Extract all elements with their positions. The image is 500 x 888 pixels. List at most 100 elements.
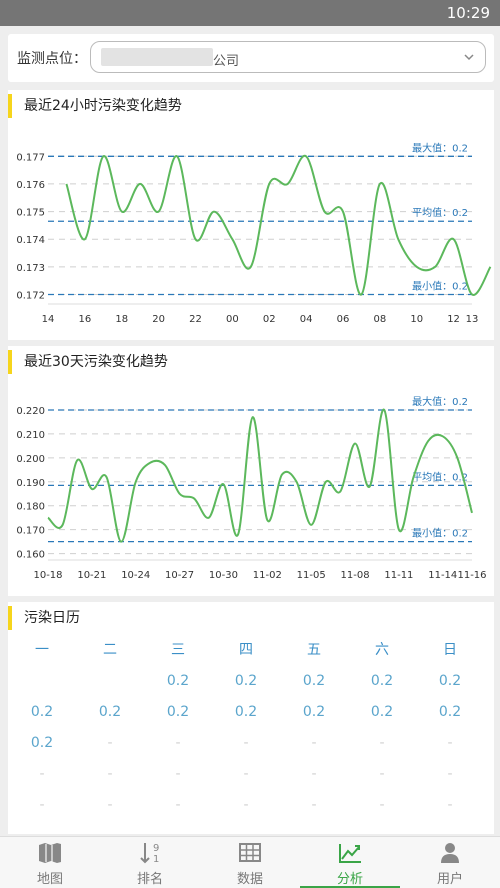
- y-tick-label: 0.210: [16, 430, 45, 441]
- calendar-day-value: -: [107, 735, 113, 751]
- monitor-point-card: 监测点位： 公司: [8, 34, 494, 82]
- trend-24h-card: 最近24小时污染变化趋势 0.172 0.173 0.174 0.175 0.176 0.…: [8, 90, 494, 340]
- tab-data[interactable]: 数据: [200, 837, 300, 888]
- calendar-day-value: -: [447, 735, 453, 751]
- tab-label: 排名: [136, 872, 163, 887]
- y-tick-label: 0.173: [16, 263, 45, 274]
- reference-line-label: 平均值：0.2: [412, 206, 468, 219]
- calendar-day-value: 0.2: [166, 673, 190, 689]
- redacted-name: [101, 48, 213, 66]
- calendar-day-value: 0.2: [438, 673, 462, 689]
- table-icon: [239, 843, 261, 862]
- calendar-day-value: -: [175, 797, 181, 813]
- calendar-day-value: 0.2: [30, 704, 54, 720]
- y-tick-label: 0.176: [16, 180, 45, 191]
- weekday-label: 一: [35, 642, 49, 658]
- y-tick-label: 0.172: [16, 290, 45, 301]
- x-tick-label: 11-14: [428, 570, 457, 581]
- pollution-calendar-card: 污染日历 一 二 三 四 五 六 日 0.2 0.2 0.2 0.2 0.2 0.2 0.2…: [8, 602, 494, 834]
- x-tick-label: 00: [226, 314, 239, 325]
- weekday-label: 三: [171, 642, 185, 658]
- chevron-down-icon: [464, 54, 474, 61]
- calendar-day-value: 0.2: [234, 673, 258, 689]
- card-title: 污染日历: [8, 606, 80, 630]
- series-line: [47, 408, 473, 543]
- calendar-week-row: 0.2 0.2 0.2 0.2 0.2: [8, 673, 494, 704]
- x-tick-label: 12: [447, 314, 460, 325]
- calendar-week-row: 0.2 0.2 0.2 0.2 0.2 0.2 0.2: [8, 704, 494, 735]
- x-tick-label: 06: [337, 314, 350, 325]
- monitor-point-label: 监测点位：: [17, 51, 87, 67]
- tab-ranking[interactable]: 9 1 排名: [100, 837, 200, 888]
- series-line: [65, 154, 492, 296]
- svg-text:9: 9: [153, 843, 159, 854]
- status-bar: 10:29: [0, 0, 500, 26]
- y-tick-label: 0.170: [16, 526, 45, 537]
- calendar-day-value: -: [447, 766, 453, 782]
- calendar-day-value: -: [379, 797, 385, 813]
- reference-line-label: 最大值：0.2: [412, 395, 468, 408]
- x-tick-label: 14: [42, 314, 55, 325]
- calendar-day-value: 0.2: [98, 704, 122, 720]
- reference-line-label: 最大值：0.2: [412, 141, 468, 154]
- calendar-day-value: -: [39, 766, 45, 782]
- x-tick-label: 10-27: [165, 570, 194, 581]
- tab-label: 地图: [36, 872, 63, 887]
- x-tick-label: 10-21: [77, 570, 106, 581]
- calendar-day-value: -: [379, 766, 385, 782]
- y-tick-label: 0.200: [16, 454, 45, 465]
- bottom-tab-bar: 地图 9 1 排名 数据 分析 用户: [0, 836, 500, 888]
- calendar-week-row: -------: [8, 797, 494, 828]
- tab-label: 用户: [436, 872, 463, 887]
- reference-line-label: 最小值：0.2: [412, 279, 468, 292]
- tab-user[interactable]: 用户: [400, 837, 500, 888]
- calendar-week-row: 0.2 - - - - - -: [8, 735, 494, 766]
- calendar-day-value: -: [175, 766, 181, 782]
- calendar-day-value: 0.2: [234, 704, 258, 720]
- y-tick-label: 0.160: [16, 550, 45, 561]
- x-tick-label: 10: [410, 314, 423, 325]
- calendar-day-value: -: [243, 735, 249, 751]
- calendar-week-row: -------: [8, 766, 494, 797]
- y-tick-label: 0.177: [16, 152, 45, 163]
- calendar-day-value: 0.2: [30, 735, 54, 751]
- x-tick-label: 10-30: [209, 570, 238, 581]
- x-tick-label: 11-08: [341, 570, 370, 581]
- y-tick-label: 0.175: [16, 208, 45, 219]
- calendar-day-value: 0.2: [370, 704, 394, 720]
- trend-30d-chart: 0.160 0.170 0.180 0.190 0.200 0.210 0.220 10-18…: [16, 395, 486, 581]
- x-tick-label: 10-18: [33, 570, 62, 581]
- x-tick-label: 20: [152, 314, 165, 325]
- tab-label: 数据: [236, 872, 263, 887]
- weekday-label: 五: [307, 642, 321, 658]
- calendar-day-value: -: [311, 735, 317, 751]
- tab-analysis[interactable]: 分析: [300, 837, 400, 888]
- tab-map[interactable]: 地图: [0, 837, 100, 888]
- x-tick-label: 18: [115, 314, 128, 325]
- x-tick-label: 11-05: [297, 570, 326, 581]
- x-tick-label: 04: [300, 314, 313, 325]
- x-tick-label: 08: [373, 314, 386, 325]
- weekday-label: 二: [103, 642, 117, 658]
- calendar-day-value: -: [311, 766, 317, 782]
- x-tick-label: 13: [466, 314, 479, 325]
- weekday-label: 日: [443, 642, 457, 658]
- sort-icon: 9 1: [140, 843, 159, 864]
- reference-line-label: 平均值：0.2: [412, 470, 468, 483]
- calendar-grid: 一 二 三 四 五 六 日 0.2 0.2 0.2 0.2 0.2 0.2 0.2 0.2 0.…: [8, 642, 494, 828]
- monitor-point-select[interactable]: 公司: [90, 41, 486, 73]
- calendar-day-value: -: [379, 735, 385, 751]
- status-time: 10:29: [446, 4, 490, 22]
- calendar-day-value: [76, 673, 144, 704]
- calendar-day-value: 0.2: [302, 704, 326, 720]
- calendar-day-value: -: [243, 766, 249, 782]
- calendar-weekday-row: 一 二 三 四 五 六 日: [8, 642, 494, 673]
- weekday-label: 四: [239, 642, 253, 658]
- calendar-day-value: -: [447, 797, 453, 813]
- calendar-day-value: -: [39, 797, 45, 813]
- calendar-day-value: -: [311, 797, 317, 813]
- calendar-day-value: [8, 673, 76, 704]
- x-tick-label: 22: [189, 314, 202, 325]
- weekday-label: 六: [375, 642, 389, 658]
- calendar-day-value: -: [107, 766, 113, 782]
